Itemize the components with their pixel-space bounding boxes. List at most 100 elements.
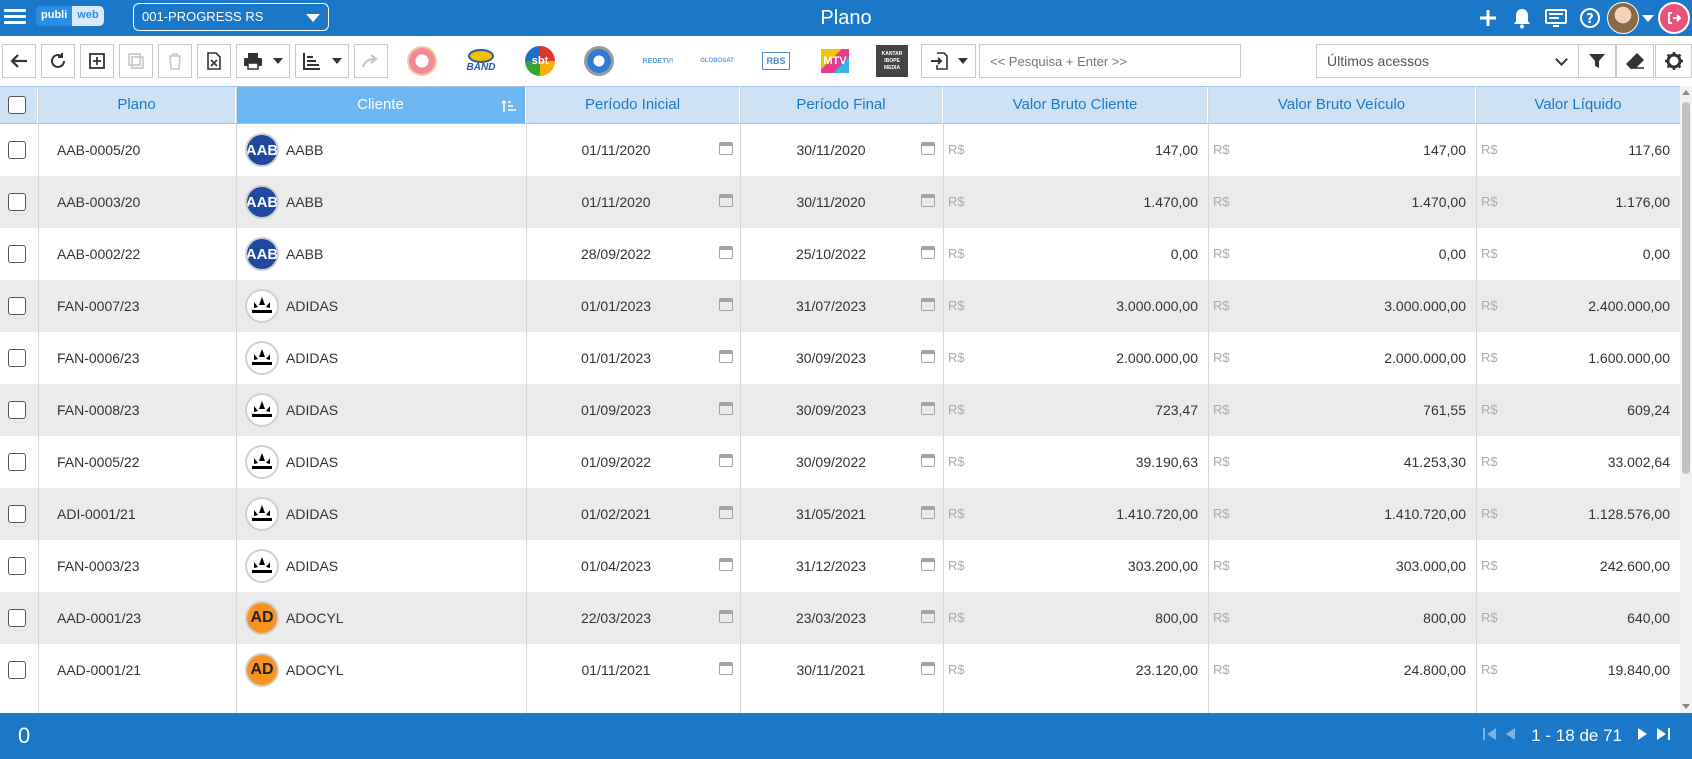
cell-periodo-inicial[interactable]: 01/02/2021 bbox=[526, 488, 706, 540]
table-row[interactable]: AAB-0002/22 AAB AABB 28/09/2022 25/10/2022 R$… bbox=[0, 228, 1680, 280]
cell-periodo-final[interactable]: 25/10/2022 bbox=[740, 228, 922, 280]
filter-button[interactable] bbox=[1578, 44, 1616, 78]
cell-periodo-final[interactable]: 30/09/2022 bbox=[740, 436, 922, 488]
table-row[interactable]: FAN-0006/23 ADIDAS 01/01/2023 30/09/2023 R$ 2… bbox=[0, 332, 1680, 384]
header-valor-liquido[interactable]: Valor Líquido bbox=[1476, 87, 1680, 123]
help-icon[interactable]: ? bbox=[1573, 0, 1607, 36]
row-checkbox[interactable] bbox=[8, 661, 26, 679]
scroll-down-icon[interactable] bbox=[1682, 704, 1690, 709]
row-checkbox[interactable] bbox=[8, 453, 26, 471]
cell-periodo-inicial[interactable]: 28/09/2022 bbox=[526, 228, 706, 280]
copy-button[interactable] bbox=[119, 44, 153, 78]
media-globo-logo[interactable] bbox=[405, 46, 439, 76]
cell-periodo-inicial[interactable]: 01/01/2023 bbox=[526, 280, 706, 332]
cell-periodo-inicial[interactable]: 01/09/2022 bbox=[526, 436, 706, 488]
calendar-icon[interactable] bbox=[921, 350, 935, 363]
cell-periodo-inicial[interactable]: 01/04/2023 bbox=[526, 540, 706, 592]
table-row[interactable]: AAB-0003/20 AAB AABB 01/11/2020 30/11/2020 R$… bbox=[0, 176, 1680, 228]
header-valor-bruto-cliente[interactable]: Valor Bruto Cliente bbox=[943, 87, 1208, 123]
caret-down-icon[interactable] bbox=[1642, 14, 1654, 22]
scrollbar-thumb[interactable] bbox=[1682, 102, 1690, 474]
settings-button[interactable] bbox=[1655, 44, 1692, 78]
select-all-checkbox[interactable] bbox=[8, 96, 26, 114]
cell-periodo-final[interactable]: 30/11/2020 bbox=[740, 176, 922, 228]
header-plano[interactable]: Plano bbox=[38, 87, 236, 123]
calendar-icon[interactable] bbox=[719, 246, 733, 259]
hamburger-menu-icon[interactable] bbox=[4, 6, 26, 28]
table-row[interactable]: FAN-0005/22 ADIDAS 01/09/2022 30/09/2022 R$ 3… bbox=[0, 436, 1680, 488]
calendar-icon[interactable] bbox=[921, 662, 935, 675]
calendar-icon[interactable] bbox=[921, 402, 935, 415]
print-button[interactable] bbox=[236, 44, 290, 78]
table-row[interactable]: AAD-0001/21 AD ADOCYL 01/11/2021 30/11/2021 R… bbox=[0, 644, 1680, 696]
cell-periodo-inicial[interactable]: 01/11/2021 bbox=[526, 644, 706, 696]
row-checkbox[interactable] bbox=[8, 401, 26, 419]
calendar-icon[interactable] bbox=[921, 558, 935, 571]
media-globosat-logo[interactable]: GLOBOSAT bbox=[700, 46, 734, 76]
cell-periodo-inicial[interactable]: 01/09/2023 bbox=[526, 384, 706, 436]
calendar-icon[interactable] bbox=[921, 298, 935, 311]
logout-icon[interactable] bbox=[1658, 2, 1690, 34]
search-input[interactable] bbox=[979, 44, 1241, 78]
cell-periodo-inicial[interactable]: 22/03/2023 bbox=[526, 592, 706, 644]
recent-access-select[interactable]: Últimos acessos bbox=[1316, 44, 1579, 78]
row-checkbox[interactable] bbox=[8, 297, 26, 315]
last-page-icon[interactable] bbox=[1655, 726, 1671, 747]
first-page-icon[interactable] bbox=[1482, 726, 1498, 747]
import-button[interactable] bbox=[921, 44, 976, 78]
cell-periodo-final[interactable]: 31/12/2023 bbox=[740, 540, 922, 592]
row-checkbox[interactable] bbox=[8, 609, 26, 627]
calendar-icon[interactable] bbox=[719, 402, 733, 415]
table-row[interactable]: FAN-0007/23 ADIDAS 01/01/2023 31/07/2023 R$ 3… bbox=[0, 280, 1680, 332]
calendar-icon[interactable] bbox=[921, 142, 935, 155]
row-checkbox[interactable] bbox=[8, 245, 26, 263]
cell-periodo-final[interactable]: 30/09/2023 bbox=[740, 332, 922, 384]
user-avatar[interactable] bbox=[1607, 2, 1639, 34]
refresh-button[interactable] bbox=[41, 44, 75, 78]
cell-periodo-final[interactable]: 31/05/2021 bbox=[740, 488, 922, 540]
table-row[interactable]: FAN-0003/23 ADIDAS 01/04/2023 31/12/2023 R$ 3… bbox=[0, 540, 1680, 592]
row-checkbox[interactable] bbox=[8, 141, 26, 159]
calendar-icon[interactable] bbox=[719, 142, 733, 155]
header-periodo-inicial[interactable]: Período Inicial bbox=[526, 87, 740, 123]
calendar-icon[interactable] bbox=[921, 506, 935, 519]
calendar-icon[interactable] bbox=[719, 662, 733, 675]
table-row[interactable]: ADI-0001/21 ADIDAS 01/02/2021 31/05/2021 R$ 1… bbox=[0, 488, 1680, 540]
media-record-logo[interactable] bbox=[582, 46, 616, 76]
row-checkbox[interactable] bbox=[8, 505, 26, 523]
calendar-icon[interactable] bbox=[921, 246, 935, 259]
monitor-icon[interactable] bbox=[1539, 0, 1573, 36]
media-redetv-logo[interactable]: REDETV! bbox=[641, 46, 675, 76]
calendar-icon[interactable] bbox=[921, 610, 935, 623]
cell-periodo-final[interactable]: 23/03/2023 bbox=[740, 592, 922, 644]
cell-periodo-inicial[interactable]: 01/11/2020 bbox=[526, 124, 706, 176]
calendar-icon[interactable] bbox=[719, 558, 733, 571]
table-row[interactable]: FAN-0008/23 ADIDAS 01/09/2023 30/09/2023 R$ 7… bbox=[0, 384, 1680, 436]
back-button[interactable] bbox=[2, 44, 36, 78]
media-kantar-logo[interactable]: KANTAR IBOPE MEDIA bbox=[875, 45, 909, 77]
table-row[interactable]: AAB-0005/20 AAB AABB 01/11/2020 30/11/2020 R$… bbox=[0, 124, 1680, 176]
new-record-button[interactable] bbox=[80, 44, 114, 78]
cell-periodo-final[interactable]: 30/09/2023 bbox=[740, 384, 922, 436]
delete-button[interactable] bbox=[158, 44, 192, 78]
cell-periodo-final[interactable]: 30/11/2021 bbox=[740, 644, 922, 696]
header-periodo-final[interactable]: Período Final bbox=[740, 87, 943, 123]
calendar-icon[interactable] bbox=[719, 610, 733, 623]
header-valor-bruto-veiculo[interactable]: Valor Bruto Veículo bbox=[1208, 87, 1476, 123]
media-rbs-logo[interactable]: RBS bbox=[759, 46, 793, 76]
media-band-logo[interactable]: BAND bbox=[464, 46, 498, 76]
calendar-icon[interactable] bbox=[719, 454, 733, 467]
sort-order-button[interactable] bbox=[295, 44, 349, 78]
row-checkbox[interactable] bbox=[8, 193, 26, 211]
export-excel-button[interactable] bbox=[197, 44, 231, 78]
clear-filter-button[interactable] bbox=[1616, 44, 1654, 78]
cell-periodo-final[interactable]: 31/07/2023 bbox=[740, 280, 922, 332]
cell-periodo-final[interactable]: 30/11/2020 bbox=[740, 124, 922, 176]
cell-periodo-inicial[interactable]: 01/11/2020 bbox=[526, 176, 706, 228]
header-cliente[interactable]: Cliente bbox=[236, 87, 526, 123]
calendar-icon[interactable] bbox=[719, 194, 733, 207]
bell-icon[interactable] bbox=[1505, 0, 1539, 36]
row-checkbox[interactable] bbox=[8, 557, 26, 575]
scroll-up-icon[interactable] bbox=[1682, 90, 1690, 95]
calendar-icon[interactable] bbox=[719, 506, 733, 519]
